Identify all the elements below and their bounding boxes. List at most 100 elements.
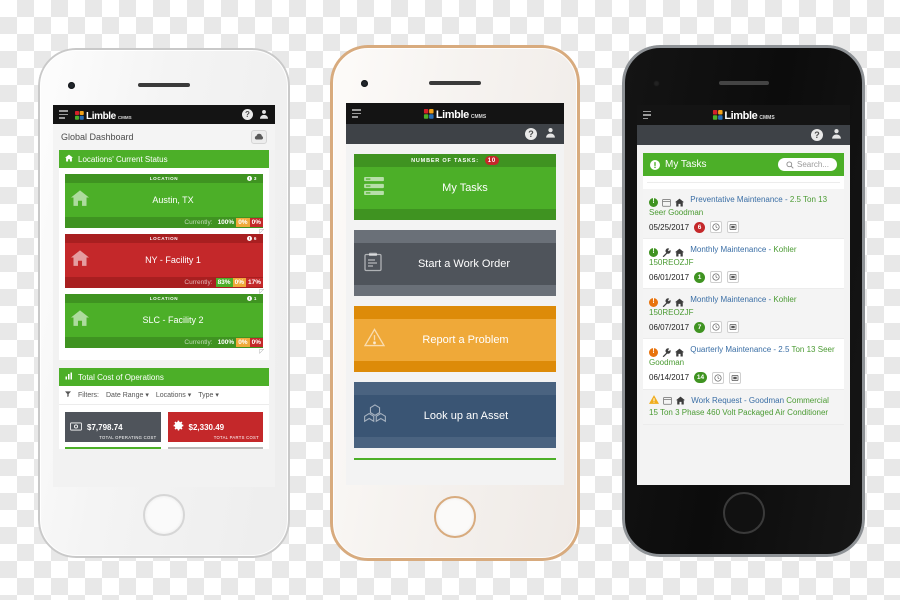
home-button-1[interactable]	[143, 494, 185, 536]
hamburger-menu-icon[interactable]	[352, 109, 361, 118]
location-column-label: LOCATION	[149, 236, 179, 241]
currently-label: Currently:	[184, 339, 213, 346]
brand-name: Limble	[724, 110, 758, 122]
wrench-icon	[662, 248, 671, 257]
search-input[interactable]: Search...	[777, 158, 837, 171]
clock-icon[interactable]	[710, 321, 723, 334]
limble-puzzle-logo-icon	[75, 107, 84, 125]
phone-device-dashboard: Limble CMMS ? Global Dashboard Locations…	[38, 48, 290, 558]
search-icon	[786, 160, 794, 169]
hamburger-menu-icon[interactable]	[643, 110, 651, 120]
action-body: Look up an Asset	[354, 395, 556, 437]
cost-underline	[167, 447, 263, 449]
action-body: Report a Problem	[354, 319, 556, 361]
locations-panel-header: Locations' Current Status	[59, 150, 269, 168]
location-name: Austin, TX	[152, 195, 194, 205]
app-subbar-2: ?	[346, 124, 564, 144]
task-meta-row: 06/07/2017 7	[649, 318, 838, 334]
task-title[interactable]: Preventative Maintenance -	[690, 195, 787, 204]
app-navbar-1: Limble CMMS ?	[53, 105, 275, 124]
action-my-tasks[interactable]: NUMBER OF TASKS: 10 My Tasks	[354, 154, 556, 220]
location-card-body: SLC - Facility 2	[65, 303, 263, 337]
user-avatar-icon[interactable]	[831, 126, 842, 144]
task-icon-group	[649, 394, 685, 408]
home-icon	[71, 189, 89, 212]
hamburger-menu-icon[interactable]	[59, 110, 68, 119]
screenshot-stage: Limble CMMS ? Global Dashboard Locations…	[0, 0, 900, 600]
help-question-icon[interactable]: ?	[525, 128, 537, 140]
task-count-badge: 1	[694, 271, 706, 283]
location-card[interactable]: LOCATION 3 Austin, TX Currently: 100% 0%…	[65, 174, 264, 235]
location-card-body: NY - Facility 1	[65, 243, 263, 277]
task-count-badge: 7	[694, 321, 706, 333]
screen-dashboard: Limble CMMS ? Global Dashboard Locations…	[53, 105, 275, 487]
alert-circle-icon	[650, 159, 660, 170]
action-label: My Tasks	[442, 182, 488, 194]
locations-panel-title: Locations' Current Status	[78, 154, 168, 164]
clock-icon[interactable]	[710, 271, 723, 284]
cost-panel: Total Cost of Operations Filters: Date R…	[59, 368, 269, 449]
location-card-footer: Currently: 83% 0% 17%	[65, 277, 263, 288]
task-list-item[interactable]: ! Quarterly Maintenance - 2.5 Ton 13 See…	[643, 339, 844, 390]
task-icon-group: !	[649, 247, 684, 257]
task-list-item[interactable]: ! Preventative Maintenance - 2.5 Ton 13 …	[643, 189, 844, 240]
my-tasks-card: My Tasks Search... ! Preventative Mainte…	[643, 153, 844, 425]
user-avatar-icon[interactable]	[545, 125, 556, 143]
filter-date-range[interactable]: Date Range ▾	[106, 391, 149, 399]
task-title[interactable]: Work Request - Goodman	[691, 396, 784, 405]
location-card[interactable]: LOCATION 6 NY - Facility 1 Currently: 83…	[65, 234, 264, 295]
home-button-2[interactable]	[434, 496, 476, 538]
task-title[interactable]: Monthly Maintenance -	[690, 295, 771, 304]
cost-card-box: $7,798.74 TOTAL OPERATING COST	[65, 412, 161, 442]
action-look-up-asset[interactable]: Look up an Asset	[354, 382, 556, 448]
user-avatar-icon[interactable]	[259, 106, 269, 124]
navbar-icons-1: ?	[242, 106, 269, 124]
brand-name: Limble	[86, 110, 116, 122]
tasks-divider	[647, 182, 840, 183]
cost-card-operating[interactable]: $7,798.74 TOTAL OPERATING COST	[65, 412, 161, 449]
action-label: Report a Problem	[422, 334, 509, 346]
filter-type[interactable]: Type ▾	[198, 391, 219, 399]
filter-locations[interactable]: Locations ▾	[156, 391, 191, 399]
resize-grip-icon[interactable]: ◸	[259, 348, 264, 355]
task-list-item[interactable]: ! Monthly Maintenance - Kohler 150REOZJF…	[643, 289, 844, 340]
home-button-3[interactable]	[722, 492, 765, 534]
note-square-icon[interactable]	[727, 221, 740, 234]
help-question-icon[interactable]: ?	[811, 129, 823, 141]
brand-suffix: CMMS	[759, 115, 775, 121]
brand-logo-2: Limble CMMS	[423, 105, 486, 124]
cost-card-parts[interactable]: $2,330.49 TOTAL PARTS COST	[167, 412, 263, 449]
task-title[interactable]: Monthly Maintenance -	[690, 245, 771, 254]
task-title-line: Work Request - Goodman Commercial 15 Ton…	[649, 394, 838, 419]
task-list-icon	[364, 176, 384, 200]
phone-device-actions: Limble CMMS ? NUMBER OF TASKS: 10 My Tas…	[330, 45, 580, 561]
clock-icon[interactable]	[712, 371, 725, 384]
earpiece-speaker	[138, 83, 190, 87]
calendar-icon	[662, 198, 671, 207]
action-start-work-order[interactable]: Start a Work Order	[354, 230, 556, 296]
alert-circle-icon: !	[649, 247, 658, 257]
location-column-label: LOCATION	[149, 176, 179, 181]
search-placeholder: Search...	[796, 160, 829, 169]
location-card[interactable]: LOCATION 1 SLC - Facility 2 Currently: 1…	[65, 294, 264, 355]
clipboard-icon	[364, 252, 382, 277]
home-icon	[675, 348, 684, 357]
alert-circle-icon	[246, 236, 252, 241]
task-date: 05/25/2017	[649, 222, 690, 232]
note-square-icon[interactable]	[727, 271, 740, 284]
action-label: Start a Work Order	[417, 258, 511, 270]
cloud-download-icon[interactable]	[251, 130, 267, 144]
warning-triangle-icon	[649, 394, 659, 408]
note-square-icon[interactable]	[729, 371, 742, 384]
clock-icon[interactable]	[710, 221, 723, 234]
task-title[interactable]: Quarterly Maintenance - 2.5	[690, 345, 789, 354]
help-question-icon[interactable]: ?	[242, 109, 253, 120]
note-square-icon[interactable]	[727, 321, 740, 334]
task-list-item[interactable]: ! Monthly Maintenance - Kohler 150REOZJF…	[643, 239, 844, 290]
limble-puzzle-logo-icon	[712, 107, 723, 125]
limble-puzzle-logo-icon	[423, 106, 434, 124]
home-icon	[71, 249, 89, 272]
actions-page: NUMBER OF TASKS: 10 My Tasks Start a Wor…	[346, 144, 564, 485]
task-list-item[interactable]: Work Request - Goodman Commercial 15 Ton…	[643, 389, 844, 425]
action-report-problem[interactable]: Report a Problem	[354, 306, 556, 372]
